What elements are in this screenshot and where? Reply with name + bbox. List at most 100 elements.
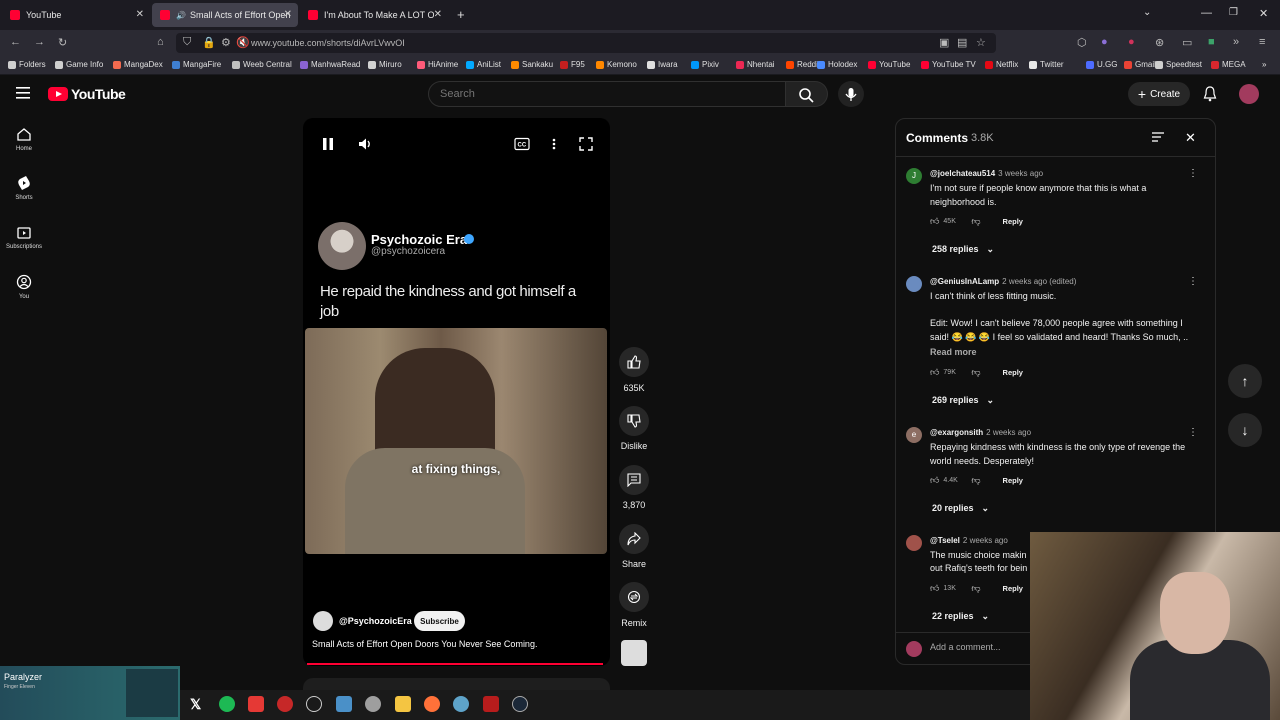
extension-green-icon[interactable]: ■ [1208, 36, 1215, 48]
bookmark-item[interactable]: MEGA [1211, 60, 1246, 69]
bookmark-item[interactable]: Iwara [647, 60, 678, 69]
bookmark-item[interactable]: Holodex [817, 60, 857, 69]
comment-reply-button[interactable]: Reply [1003, 217, 1023, 226]
red-app-icon[interactable] [277, 696, 293, 712]
search-button[interactable] [786, 81, 828, 107]
like-button[interactable] [619, 347, 649, 377]
search-input[interactable] [429, 82, 785, 106]
comment-author[interactable]: @joelchateau514 3 weeks ago [930, 169, 1043, 178]
remix-button[interactable] [619, 582, 649, 612]
next-short-button[interactable]: ↓ [1228, 413, 1262, 447]
owner-avatar[interactable] [313, 611, 333, 631]
comment-avatar[interactable] [906, 276, 922, 292]
close-comments-icon[interactable]: ✕ [1185, 130, 1196, 146]
url-text[interactable]: www.youtube.com/shorts/diAvrLVwvOI [251, 38, 405, 48]
media-app-icon[interactable] [248, 696, 264, 712]
comment-more-icon[interactable]: ⋮ [1188, 427, 1198, 438]
forward-icon[interactable]: → [34, 36, 45, 48]
bookmark-item[interactable]: Reddit [786, 60, 820, 69]
browser-tab-active[interactable]: 🔊 Small Acts of Effort Open D ✕ [152, 3, 298, 27]
new-tab-icon[interactable]: + [457, 7, 465, 22]
bookmark-item[interactable]: Netflix [985, 60, 1018, 69]
extension-window-icon[interactable]: ▭ [1182, 36, 1192, 49]
notifications-bell-icon[interactable] [1203, 86, 1217, 102]
create-button[interactable]: + Create [1128, 82, 1190, 106]
hamburger-menu-icon[interactable] [16, 86, 32, 100]
mute-tab-icon[interactable]: 🔇 [236, 36, 250, 49]
bookmark-item[interactable]: YouTube [868, 60, 910, 69]
comment-date[interactable]: 2 weeks ago [986, 428, 1031, 437]
comment-date[interactable]: 2 weeks ago (edited) [1002, 277, 1076, 286]
comment-date[interactable]: 3 weeks ago [998, 169, 1043, 178]
comment-dislike-icon[interactable]: 👎︎ [971, 475, 980, 486]
close-tab-icon[interactable]: ✕ [284, 9, 292, 20]
comment-author-name[interactable]: @Tselel [930, 536, 960, 545]
subscribe-button[interactable]: Subscribe [414, 611, 465, 631]
player-app-icon[interactable] [306, 696, 322, 712]
comment-like-icon[interactable]: 👍︎ [930, 216, 939, 227]
comment-replies-toggle[interactable]: 22 replies ⌄ [932, 611, 989, 622]
comment-like-icon[interactable]: 👍︎ [930, 583, 939, 594]
bookmarks-overflow-icon[interactable]: » [1262, 60, 1266, 69]
bookmark-item[interactable]: Folders [8, 60, 46, 69]
owner-handle[interactable]: @PsychozoicEra [339, 616, 412, 626]
game-app-icon[interactable] [483, 696, 499, 712]
photos-app-icon[interactable] [336, 696, 352, 712]
restore-icon[interactable]: ❐ [1229, 7, 1238, 18]
x-app-icon[interactable]: 𝕏 [190, 696, 206, 712]
tab-list-chevron-icon[interactable]: ⌄ [1143, 7, 1151, 18]
bookmark-item[interactable]: Twitter [1029, 60, 1064, 69]
dislike-button[interactable] [619, 406, 649, 436]
home-icon[interactable]: ⌂ [157, 36, 164, 48]
steam-icon[interactable] [512, 696, 528, 712]
permissions-icon[interactable]: ⚙ [221, 36, 231, 49]
sound-thumbnail[interactable] [621, 640, 647, 666]
comment-replies-toggle[interactable]: 258 replies ⌄ [932, 244, 994, 255]
nav-home[interactable]: Home [0, 126, 48, 152]
comment-author-name[interactable]: @exargonsith [930, 428, 983, 437]
comment-dislike-icon[interactable]: 👎︎ [971, 216, 980, 227]
comment-avatar[interactable]: J [906, 168, 922, 184]
bookmark-item[interactable]: Kemono [596, 60, 637, 69]
read-more-link[interactable]: Read more [930, 347, 977, 357]
add-comment-input[interactable]: Add a comment... [930, 642, 1001, 652]
menu-icon[interactable]: ≡ [1259, 36, 1265, 48]
comment-reply-button[interactable]: Reply [1003, 584, 1023, 593]
comment-like-icon[interactable]: 👍︎ [930, 367, 939, 378]
bookmark-item[interactable]: Game Info [55, 60, 103, 69]
bookmark-item[interactable]: Gmail [1124, 60, 1156, 69]
fullscreen-icon[interactable] [579, 137, 593, 151]
spotify-icon[interactable] [219, 696, 235, 712]
comment-replies-toggle[interactable]: 269 replies ⌄ [932, 395, 994, 406]
search-box[interactable] [428, 81, 786, 107]
file-explorer-icon[interactable] [395, 696, 411, 712]
bookmark-item[interactable]: Weeb Central [232, 60, 292, 69]
comment-author-name[interactable]: @joelchateau514 [930, 169, 995, 178]
more-options-icon[interactable] [551, 137, 557, 151]
back-icon[interactable]: ← [10, 36, 21, 48]
bookmark-item[interactable]: U.GG [1086, 60, 1117, 69]
close-tab-icon[interactable]: ✕ [136, 9, 144, 20]
comment-dislike-icon[interactable]: 👎︎ [971, 367, 980, 378]
comment-more-icon[interactable]: ⋮ [1188, 276, 1198, 287]
bookmark-item[interactable]: Miruro [368, 60, 402, 69]
comment-avatar[interactable]: e [906, 427, 922, 443]
comment-dislike-icon[interactable]: 👎︎ [971, 583, 980, 594]
video-progress-bar[interactable] [307, 663, 603, 665]
reader-view-icon[interactable]: ▤ [957, 36, 967, 49]
bookmark-item[interactable]: Nhentai [736, 60, 775, 69]
extensions-icon[interactable]: ⬡ [1077, 36, 1087, 49]
bookmark-item[interactable]: Pixiv [691, 60, 719, 69]
pause-icon[interactable] [322, 137, 334, 151]
voice-search-button[interactable] [838, 81, 864, 107]
nav-subscriptions[interactable]: Subscriptions [0, 224, 48, 250]
bookmark-item[interactable]: ManhwaRead [300, 60, 360, 69]
captions-icon[interactable]: CC [514, 137, 530, 151]
bookmark-item[interactable]: Sankaku [511, 60, 553, 69]
bookmark-item[interactable]: MangaFire [172, 60, 221, 69]
bookmark-star-icon[interactable]: ☆ [976, 36, 986, 49]
youtube-logo[interactable]: YouTube [48, 86, 126, 102]
comment-reply-button[interactable]: Reply [1003, 368, 1023, 377]
nav-you[interactable]: You [0, 274, 48, 300]
sort-icon[interactable] [1151, 131, 1165, 143]
